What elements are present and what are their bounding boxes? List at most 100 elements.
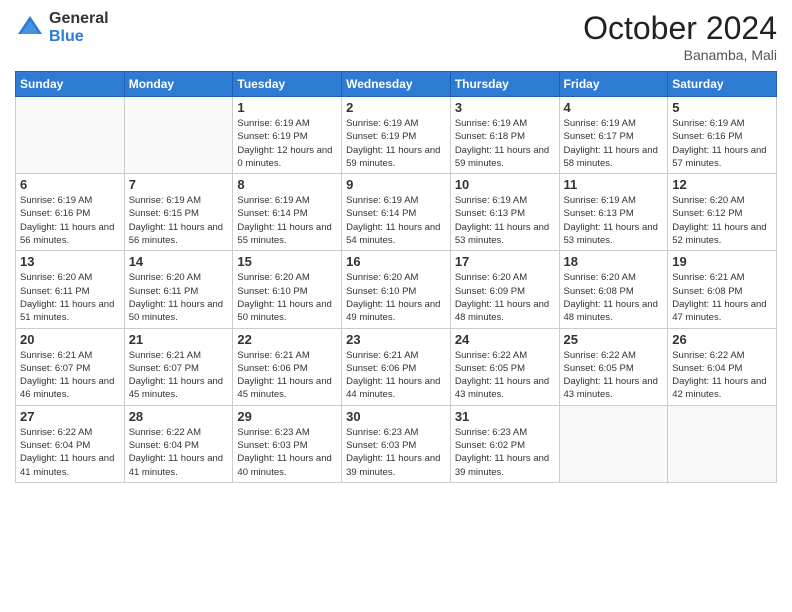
day-detail: Sunrise: 6:22 AMSunset: 6:04 PMDaylight:…	[129, 426, 229, 479]
day-cell: 14Sunrise: 6:20 AMSunset: 6:11 PMDayligh…	[124, 251, 233, 328]
day-number: 8	[237, 177, 337, 192]
day-detail: Sunrise: 6:22 AMSunset: 6:05 PMDaylight:…	[455, 349, 555, 402]
day-cell: 16 Sunrise: 6:20 AMSunset: 6:10 PMDayligh…	[342, 251, 451, 328]
day-cell	[16, 97, 125, 174]
day-number: 13	[20, 254, 120, 269]
weekday-header-sunday: Sunday	[16, 72, 125, 97]
weekday-header-monday: Monday	[124, 72, 233, 97]
day-cell: 19 Sunrise: 6:21 AMSunset: 6:08 PMDayligh…	[668, 251, 777, 328]
day-cell: 30 Sunrise: 6:23 AMSunset: 6:03 PMDayligh…	[342, 405, 451, 482]
day-number: 29	[237, 409, 337, 424]
day-cell: 28 Sunrise: 6:22 AMSunset: 6:04 PMDayligh…	[124, 405, 233, 482]
day-cell: 20Sunrise: 6:21 AMSunset: 6:07 PMDayligh…	[16, 328, 125, 405]
day-detail: Sunrise: 6:19 AMSunset: 6:15 PMDaylight:…	[129, 194, 229, 247]
day-cell: 2Sunrise: 6:19 AMSunset: 6:19 PMDaylight…	[342, 97, 451, 174]
weekday-header-thursday: Thursday	[450, 72, 559, 97]
day-number: 6	[20, 177, 120, 192]
day-cell: 1Sunrise: 6:19 AMSunset: 6:19 PMDaylight…	[233, 97, 342, 174]
weekday-header-friday: Friday	[559, 72, 668, 97]
day-cell: 4 Sunrise: 6:19 AMSunset: 6:17 PMDaylight…	[559, 97, 668, 174]
day-detail: Sunrise: 6:20 AMSunset: 6:12 PMDaylight:…	[672, 194, 772, 247]
day-cell: 31Sunrise: 6:23 AMSunset: 6:02 PMDayligh…	[450, 405, 559, 482]
logo-icon	[15, 13, 45, 43]
day-number: 14	[129, 254, 229, 269]
day-cell: 22 Sunrise: 6:21 AMSunset: 6:06 PMDayligh…	[233, 328, 342, 405]
day-cell: 10 Sunrise: 6:19 AMSunset: 6:13 PMDayligh…	[450, 174, 559, 251]
month-title: October 2024	[583, 10, 777, 47]
weekday-header-row: SundayMondayTuesdayWednesdayThursdayFrid…	[16, 72, 777, 97]
weekday-header-tuesday: Tuesday	[233, 72, 342, 97]
day-cell: 21Sunrise: 6:21 AMSunset: 6:07 PMDayligh…	[124, 328, 233, 405]
day-number: 23	[346, 332, 446, 347]
week-row-4: 20 Sunrise: 6:21 AMSunset: 6:07 PMDayligh…	[16, 328, 777, 405]
logo-blue-text: Blue	[49, 28, 109, 46]
day-cell: 26 Sunrise: 6:22 AMSunset: 6:04 PMDayligh…	[668, 328, 777, 405]
day-detail: Sunrise: 6:19 AMSunset: 6:19 PMDaylight:…	[237, 117, 337, 170]
day-number: 15	[237, 254, 337, 269]
day-number: 16	[346, 254, 446, 269]
day-detail: Sunrise: 6:20 AMSunset: 6:11 PMDaylight:…	[20, 271, 120, 324]
day-detail: Sunrise: 6:21 AMSunset: 6:08 PMDaylight:…	[672, 271, 772, 324]
day-number: 11	[564, 177, 664, 192]
week-row-3: 13 Sunrise: 6:20 AMSunset: 6:11 PMDayligh…	[16, 251, 777, 328]
day-number: 3	[455, 100, 555, 115]
day-detail: Sunrise: 6:19 AMSunset: 6:14 PMDaylight:…	[237, 194, 337, 247]
day-detail: Sunrise: 6:20 AMSunset: 6:09 PMDaylight:…	[455, 271, 555, 324]
day-cell: 29Sunrise: 6:23 AMSunset: 6:03 PMDayligh…	[233, 405, 342, 482]
day-cell: 27 Sunrise: 6:22 AMSunset: 6:04 PMDayligh…	[16, 405, 125, 482]
day-detail: Sunrise: 6:19 AMSunset: 6:14 PMDaylight:…	[346, 194, 446, 247]
weekday-header-saturday: Saturday	[668, 72, 777, 97]
day-number: 28	[129, 409, 229, 424]
day-detail: Sunrise: 6:19 AMSunset: 6:18 PMDaylight:…	[455, 117, 555, 170]
day-number: 30	[346, 409, 446, 424]
day-cell: 18Sunrise: 6:20 AMSunset: 6:08 PMDayligh…	[559, 251, 668, 328]
day-number: 12	[672, 177, 772, 192]
week-row-5: 27 Sunrise: 6:22 AMSunset: 6:04 PMDayligh…	[16, 405, 777, 482]
day-cell: 9 Sunrise: 6:19 AMSunset: 6:14 PMDaylight…	[342, 174, 451, 251]
day-number: 2	[346, 100, 446, 115]
day-cell: 17 Sunrise: 6:20 AMSunset: 6:09 PMDayligh…	[450, 251, 559, 328]
title-block: October 2024 Banamba, Mali	[583, 10, 777, 63]
week-row-1: 1Sunrise: 6:19 AMSunset: 6:19 PMDaylight…	[16, 97, 777, 174]
logo-text: General Blue	[49, 10, 109, 45]
day-number: 17	[455, 254, 555, 269]
day-number: 9	[346, 177, 446, 192]
day-number: 7	[129, 177, 229, 192]
page: General Blue October 2024 Banamba, Mali …	[0, 0, 792, 612]
day-detail: Sunrise: 6:22 AMSunset: 6:04 PMDaylight:…	[20, 426, 120, 479]
day-cell: 7 Sunrise: 6:19 AMSunset: 6:15 PMDaylight…	[124, 174, 233, 251]
day-cell: 25Sunrise: 6:22 AMSunset: 6:05 PMDayligh…	[559, 328, 668, 405]
day-detail: Sunrise: 6:19 AMSunset: 6:16 PMDaylight:…	[672, 117, 772, 170]
day-cell	[124, 97, 233, 174]
day-detail: Sunrise: 6:21 AMSunset: 6:06 PMDaylight:…	[237, 349, 337, 402]
day-detail: Sunrise: 6:19 AMSunset: 6:13 PMDaylight:…	[455, 194, 555, 247]
day-detail: Sunrise: 6:23 AMSunset: 6:03 PMDaylight:…	[346, 426, 446, 479]
day-number: 18	[564, 254, 664, 269]
day-cell: 6Sunrise: 6:19 AMSunset: 6:16 PMDaylight…	[16, 174, 125, 251]
day-detail: Sunrise: 6:20 AMSunset: 6:10 PMDaylight:…	[237, 271, 337, 324]
day-number: 26	[672, 332, 772, 347]
day-detail: Sunrise: 6:21 AMSunset: 6:07 PMDaylight:…	[129, 349, 229, 402]
day-cell: 8 Sunrise: 6:19 AMSunset: 6:14 PMDaylight…	[233, 174, 342, 251]
day-number: 27	[20, 409, 120, 424]
day-cell: 23 Sunrise: 6:21 AMSunset: 6:06 PMDayligh…	[342, 328, 451, 405]
location: Banamba, Mali	[583, 47, 777, 63]
weekday-header-wednesday: Wednesday	[342, 72, 451, 97]
day-cell: 13 Sunrise: 6:20 AMSunset: 6:11 PMDayligh…	[16, 251, 125, 328]
day-detail: Sunrise: 6:21 AMSunset: 6:06 PMDaylight:…	[346, 349, 446, 402]
day-cell: 11Sunrise: 6:19 AMSunset: 6:13 PMDayligh…	[559, 174, 668, 251]
day-number: 4	[564, 100, 664, 115]
day-number: 22	[237, 332, 337, 347]
day-cell: 5Sunrise: 6:19 AMSunset: 6:16 PMDaylight…	[668, 97, 777, 174]
logo-general-text: General	[49, 10, 109, 28]
day-number: 19	[672, 254, 772, 269]
day-number: 10	[455, 177, 555, 192]
day-cell: 24Sunrise: 6:22 AMSunset: 6:05 PMDayligh…	[450, 328, 559, 405]
day-detail: Sunrise: 6:22 AMSunset: 6:04 PMDaylight:…	[672, 349, 772, 402]
day-detail: Sunrise: 6:19 AMSunset: 6:17 PMDaylight:…	[564, 117, 664, 170]
day-number: 31	[455, 409, 555, 424]
day-number: 20	[20, 332, 120, 347]
day-cell: 3 Sunrise: 6:19 AMSunset: 6:18 PMDaylight…	[450, 97, 559, 174]
header: General Blue October 2024 Banamba, Mali	[15, 10, 777, 63]
day-detail: Sunrise: 6:20 AMSunset: 6:10 PMDaylight:…	[346, 271, 446, 324]
